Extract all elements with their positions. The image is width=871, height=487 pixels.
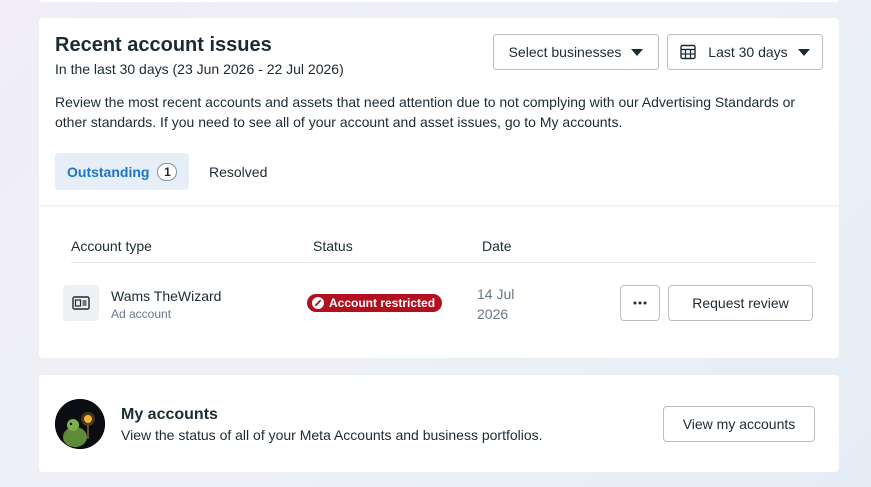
my-accounts-description: View the status of all of your Meta Acco… — [121, 427, 543, 443]
more-options-button[interactable] — [620, 285, 660, 321]
tab-divider — [39, 205, 839, 208]
my-accounts-title: My accounts — [121, 406, 218, 423]
select-businesses-label: Select businesses — [508, 44, 622, 60]
column-header-account-type: Account type — [71, 238, 152, 254]
date-range-label: Last 30 days — [708, 44, 788, 60]
tab-outstanding-label: Outstanding — [67, 163, 150, 180]
previous-card-edge — [39, 0, 839, 2]
tab-resolved-label: Resolved — [209, 163, 268, 180]
header-divider — [71, 262, 815, 263]
column-header-date: Date — [482, 238, 512, 254]
recent-account-issues-card: Recent account issues In the last 30 day… — [39, 18, 839, 358]
select-businesses-dropdown[interactable]: Select businesses — [493, 34, 659, 70]
status-label: Account restricted — [329, 296, 436, 310]
ad-account-icon — [63, 285, 99, 321]
column-header-status: Status — [313, 238, 353, 254]
request-review-button[interactable]: Request review — [668, 285, 813, 321]
tab-outstanding[interactable]: Outstanding 1 — [55, 153, 189, 190]
more-horizontal-icon — [633, 301, 647, 305]
my-accounts-card: My accounts View the status of all of yo… — [39, 375, 839, 472]
caret-down-icon — [797, 48, 810, 56]
date-range-dropdown[interactable]: Last 30 days — [667, 34, 823, 70]
issue-date: 14 Jul 2026 — [477, 286, 515, 322]
restricted-icon — [312, 297, 324, 309]
status-badge: Account restricted — [307, 294, 443, 312]
tab-resolved[interactable]: Resolved — [197, 153, 267, 190]
avatar — [55, 399, 105, 449]
outstanding-count-badge: 1 — [157, 162, 178, 181]
account-name: Wams TheWizard — [111, 288, 222, 304]
caret-down-icon — [631, 48, 644, 56]
date-range-subtitle: In the last 30 days (23 Jun 2026 - 22 Ju… — [55, 61, 344, 77]
calendar-icon — [680, 44, 696, 60]
card-description: Review the most recent accounts and asse… — [55, 94, 796, 130]
account-type: Ad account — [111, 307, 172, 321]
view-my-accounts-button[interactable]: View my accounts — [663, 406, 815, 442]
card-title: Recent account issues — [55, 34, 272, 56]
